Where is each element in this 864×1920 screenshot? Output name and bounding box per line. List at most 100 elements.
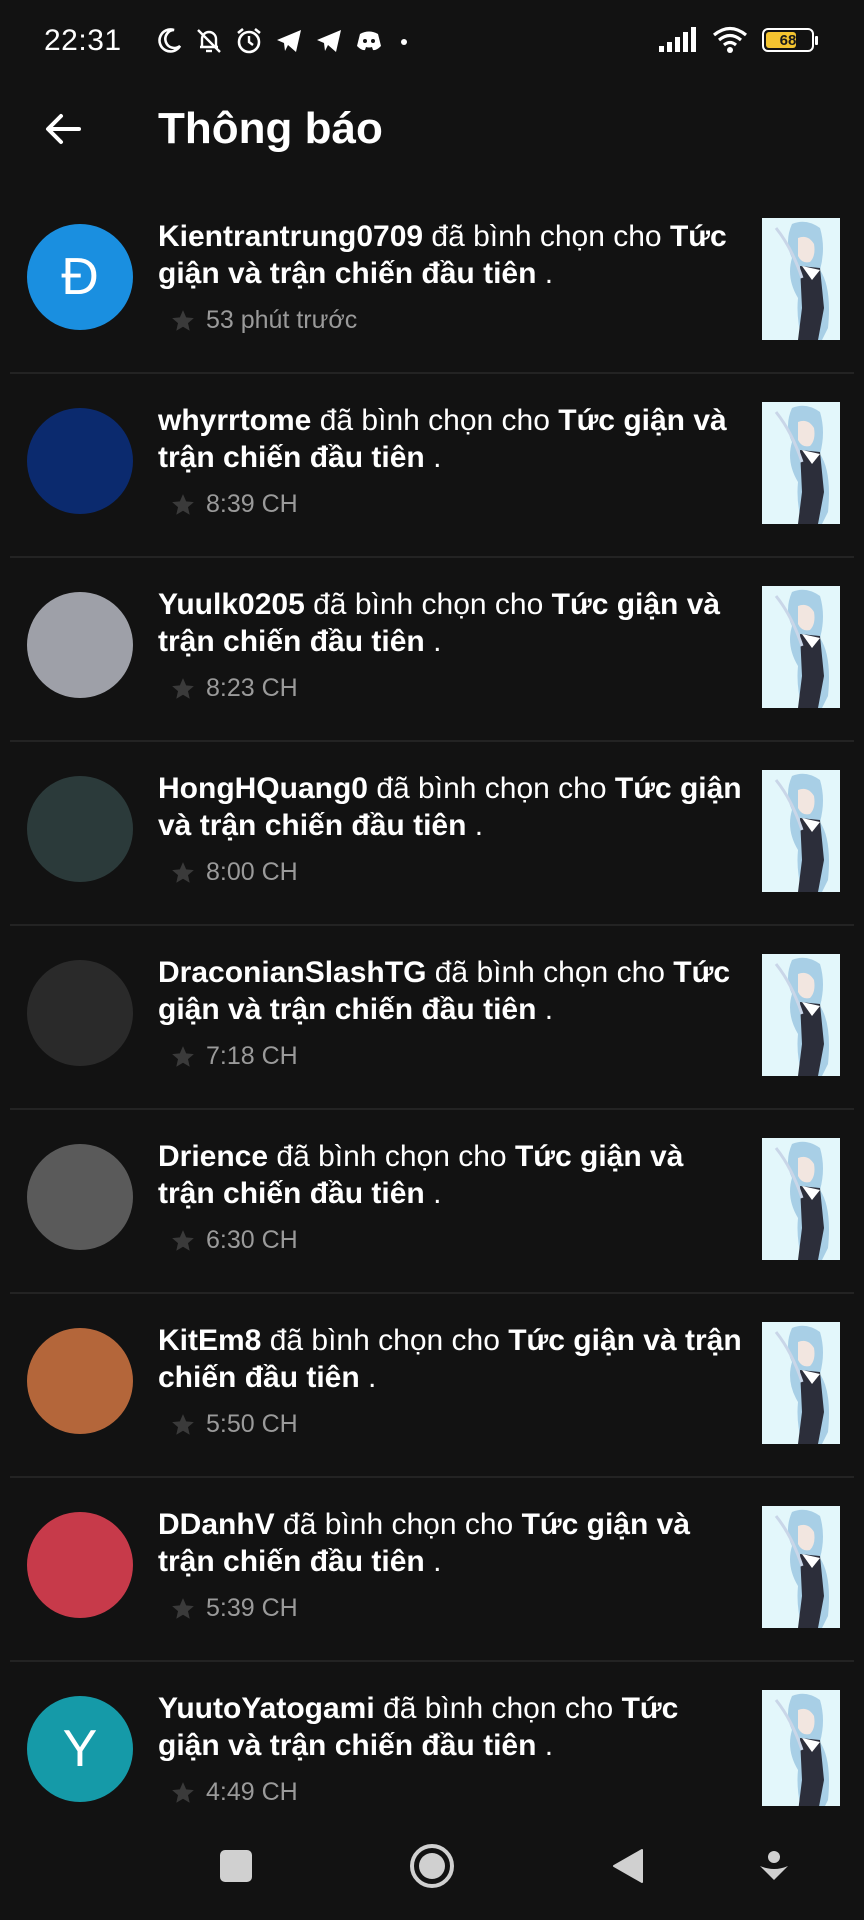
story-cover-thumbnail[interactable] [762, 218, 840, 340]
notification-item[interactable]: HongHQuang0 đã bình chọn cho Tức giận và… [10, 742, 854, 926]
notification-text: DraconianSlashTG đã bình chọn cho Tức gi… [158, 954, 748, 1028]
username[interactable]: HongHQuang0 [158, 772, 368, 805]
action-text: đã bình chọn cho [319, 404, 550, 437]
action-text: đã bình chọn cho [276, 1140, 507, 1173]
username[interactable]: Yuulk0205 [158, 588, 305, 621]
username[interactable]: whyrrtome [158, 404, 311, 437]
recents-button[interactable] [208, 1838, 264, 1894]
anime-character-image [762, 1322, 840, 1444]
notification-text: Drience đã bình chọn cho Tức giận và trậ… [158, 1138, 748, 1212]
username[interactable]: DraconianSlashTG [158, 956, 426, 989]
avatar[interactable]: Đ [27, 224, 133, 330]
notification-text: YuutoYatogami đã bình chọn cho Tức giận … [158, 1690, 748, 1764]
timestamp: 8:00 CH [206, 858, 298, 886]
story-cover-thumbnail[interactable] [762, 1322, 840, 1444]
notification-item[interactable]: Đ Kientrantrung0709 đã bình chọn cho Tức… [10, 190, 854, 374]
avatar[interactable] [27, 592, 133, 698]
notification-text: KitEm8 đã bình chọn cho Tức giận và trận… [158, 1322, 748, 1396]
avatar[interactable] [27, 408, 133, 514]
bell-off-icon [197, 29, 221, 53]
anime-character-image [762, 770, 840, 892]
username[interactable]: YuutoYatogami [158, 1692, 375, 1725]
back-button[interactable] [38, 104, 88, 154]
star-icon [172, 861, 194, 883]
story-cover-thumbnail[interactable] [762, 1138, 840, 1260]
end-punct: . [544, 993, 554, 1026]
triangle-back-icon [613, 1849, 643, 1883]
star-icon [172, 493, 194, 515]
anime-character-image [762, 402, 840, 524]
notification-item[interactable]: Y YuutoYatogami đã bình chọn cho Tức giậ… [10, 1662, 854, 1806]
assistant-icon [760, 1851, 788, 1880]
dot-icon [401, 39, 407, 45]
anime-character-image [762, 954, 840, 1076]
battery-level: 68 [779, 31, 797, 49]
notification-meta: 7:18 CH [170, 1042, 298, 1071]
avatar[interactable] [27, 960, 133, 1066]
star-icon [172, 1229, 194, 1251]
star-icon [172, 1045, 194, 1067]
end-punct: . [474, 809, 484, 842]
battery-icon: 68 [762, 28, 818, 52]
action-text: đã bình chọn cho [431, 220, 662, 253]
story-cover-thumbnail[interactable] [762, 1690, 840, 1806]
end-punct: . [433, 1545, 442, 1578]
notification-meta: 53 phút trước [170, 306, 357, 335]
action-text: đã bình chọn cho [313, 588, 544, 621]
timestamp: 53 phút trước [206, 306, 358, 334]
notification-meta: 8:23 CH [170, 674, 298, 703]
end-punct: . [368, 1361, 377, 1394]
story-cover-thumbnail[interactable] [762, 954, 840, 1076]
signal-icon [659, 27, 696, 52]
timestamp: 6:30 CH [206, 1226, 298, 1254]
avatar[interactable] [27, 1144, 133, 1250]
page-title: Thông báo [158, 104, 383, 153]
story-cover-thumbnail[interactable] [762, 402, 840, 524]
notification-item[interactable]: DraconianSlashTG đã bình chọn cho Tức gi… [10, 926, 854, 1110]
username[interactable]: Drience [158, 1140, 268, 1173]
star-icon [172, 677, 194, 699]
notification-item[interactable]: Yuulk0205 đã bình chọn cho Tức giận và t… [10, 558, 854, 742]
notification-text: whyrrtome đã bình chọn cho Tức giận và t… [158, 402, 748, 476]
end-punct: . [433, 1177, 442, 1210]
story-cover-thumbnail[interactable] [762, 770, 840, 892]
timestamp: 5:39 CH [206, 1594, 298, 1622]
notification-item[interactable]: KitEm8 đã bình chọn cho Tức giận và trận… [10, 1294, 854, 1478]
notification-text: HongHQuang0 đã bình chọn cho Tức giận và… [158, 770, 748, 844]
story-cover-thumbnail[interactable] [762, 1506, 840, 1628]
notification-meta: 5:39 CH [170, 1594, 298, 1623]
discord-icon [357, 31, 381, 51]
story-cover-thumbnail[interactable] [762, 586, 840, 708]
notification-list[interactable]: Đ Kientrantrung0709 đã bình chọn cho Tức… [0, 190, 864, 1806]
end-punct: . [433, 441, 442, 474]
action-text: đã bình chọn cho [383, 1692, 614, 1725]
action-text: đã bình chọn cho [376, 772, 607, 805]
notification-meta: 6:30 CH [170, 1226, 298, 1255]
star-icon [172, 1597, 194, 1619]
username[interactable]: DDanhV [158, 1508, 275, 1541]
back-nav-button[interactable] [600, 1838, 656, 1894]
action-text: đã bình chọn cho [269, 1324, 500, 1357]
notification-item[interactable]: Drience đã bình chọn cho Tức giận và trậ… [10, 1110, 854, 1294]
anime-character-image [762, 1138, 840, 1260]
home-button[interactable] [404, 1838, 460, 1894]
status-icons-right: 68 [658, 26, 818, 54]
avatar-letter: Y [62, 1720, 98, 1778]
anime-character-image [762, 1690, 840, 1806]
notification-item[interactable]: whyrrtome đã bình chọn cho Tức giận và t… [10, 374, 854, 558]
avatar[interactable] [27, 1328, 133, 1434]
username[interactable]: KitEm8 [158, 1324, 261, 1357]
status-time: 22:31 [44, 24, 122, 57]
timestamp: 7:18 CH [206, 1042, 298, 1070]
end-punct: . [544, 257, 554, 290]
end-punct: . [433, 625, 442, 658]
avatar[interactable] [27, 776, 133, 882]
username[interactable]: Kientrantrung0709 [158, 220, 423, 253]
anime-character-image [762, 586, 840, 708]
app-header: Thông báo [0, 88, 864, 172]
avatar[interactable] [27, 1512, 133, 1618]
notification-item[interactable]: DDanhV đã bình chọn cho Tức giận và trận… [10, 1478, 854, 1662]
assistant-button[interactable] [746, 1838, 802, 1894]
notification-meta: 4:49 CH [170, 1778, 298, 1806]
avatar[interactable]: Y [27, 1696, 133, 1802]
